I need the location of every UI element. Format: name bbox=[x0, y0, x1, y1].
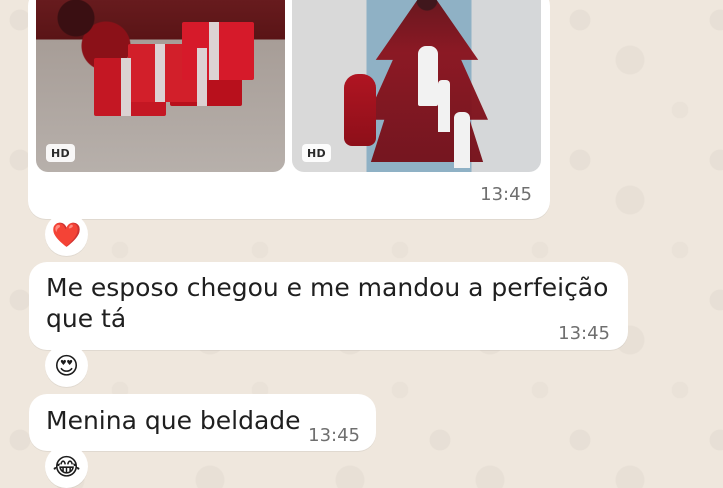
hd-badge-right: HD bbox=[302, 144, 331, 162]
gift-boxes-photo[interactable]: HD bbox=[36, 0, 285, 172]
media-message-bubble[interactable]: HD HD 13:45 bbox=[28, 0, 550, 219]
beauty-message-bubble[interactable]: Menina que beldade 13:45 bbox=[29, 394, 376, 451]
husband-message-bubble[interactable]: Me esposo chegou e me mandou a perfeição… bbox=[29, 262, 628, 350]
husband-message-text: Me esposo chegou e me mandou a perfeição… bbox=[46, 273, 617, 334]
laughing-reaction[interactable]: 😂 bbox=[45, 445, 88, 488]
media-message-time: 13:45 bbox=[480, 184, 532, 205]
heart-reaction[interactable]: ❤️ bbox=[45, 213, 88, 256]
beauty-message-time: 13:45 bbox=[308, 425, 360, 446]
husband-message-time: 13:45 bbox=[558, 323, 610, 344]
hd-badge-left: HD bbox=[46, 144, 75, 162]
christmas-tree-photo[interactable]: HD bbox=[292, 0, 541, 172]
beauty-message-text: Menina que beldade bbox=[46, 406, 301, 435]
heart-eyes-reaction[interactable]: 😍 bbox=[45, 344, 88, 387]
